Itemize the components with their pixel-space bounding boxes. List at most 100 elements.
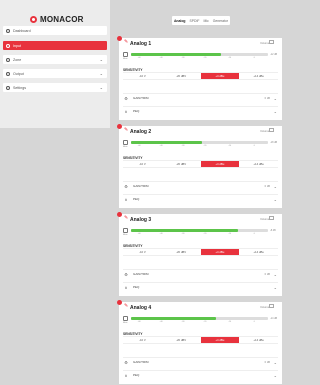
channel-name: Analog 3: [130, 216, 152, 223]
edit-icon[interactable]: ✎: [124, 40, 128, 45]
edit-icon[interactable]: ✎: [124, 304, 128, 309]
sensitivity-selector: -10 V -20 dBV +4 dBu +14 dBu: [123, 248, 278, 256]
chevron-down-icon[interactable]: ⌄: [100, 85, 103, 90]
sensitivity-option[interactable]: +14 dBu: [239, 160, 278, 168]
sensitivity-option[interactable]: -20 dBV: [161, 248, 201, 256]
tab-spdif[interactable]: SPDIF: [189, 19, 199, 23]
peq-row[interactable]: ∧ PEQ ⌄: [123, 370, 278, 379]
channel-header: ✎ Analog 3 Volume: [117, 212, 282, 225]
status-badge: [117, 36, 122, 41]
peq-row[interactable]: ∧ PEQ ⌄: [123, 194, 278, 203]
sensitivity-option[interactable]: +4 dBu: [200, 248, 240, 256]
gain-label: GAIN/TRIM: [133, 360, 149, 364]
meter-tick: 0: [253, 321, 255, 323]
volume-button[interactable]: [269, 128, 274, 132]
zone-icon: [6, 57, 10, 62]
gain-row[interactable]: ⚙ GAIN/TRIM 0 dB ⌄: [123, 357, 278, 366]
meter-value: -8 dB: [270, 229, 276, 232]
chevron-down-icon[interactable]: ⌄: [274, 272, 277, 277]
gain-value: 0 dB: [264, 96, 270, 100]
sidebar-item-dashboard[interactable]: Dashboard: [3, 26, 107, 35]
sensitivity-option[interactable]: +4 dBu: [200, 336, 240, 344]
sidebar-item-label: Output: [13, 71, 24, 76]
gain-knob-icon: ⚙: [124, 359, 128, 365]
channel-header: ✎ Analog 2 Volume: [117, 124, 282, 137]
sensitivity-option[interactable]: +14 dBu: [239, 248, 278, 256]
sidebar-item-output[interactable]: Output ⌄: [3, 69, 107, 78]
status-badge: [117, 300, 122, 305]
level-meter: [131, 141, 268, 144]
mute-icon[interactable]: [123, 140, 128, 145]
meter-tick: -30: [181, 145, 185, 147]
brand-mark-icon: [30, 15, 37, 23]
volume-button[interactable]: [269, 216, 274, 220]
sensitivity-option[interactable]: -20 dBV: [161, 336, 201, 344]
chevron-down-icon[interactable]: ⌄: [100, 57, 103, 62]
gain-row[interactable]: ⚙ GAIN/TRIM 0 dB ⌄: [123, 269, 278, 278]
meter-tick: -10: [228, 233, 232, 235]
meter-tick: 0: [253, 233, 255, 235]
chevron-down-icon[interactable]: ⌄: [274, 285, 277, 290]
level-meter-row: Mute -60 -40 -30 -20 -10 0 -12 dB: [123, 52, 278, 62]
gain-row[interactable]: ⚙ GAIN/TRIM 0 dB ⌄: [123, 181, 278, 190]
sidebar-item-zone[interactable]: Zone ⌄: [3, 55, 107, 64]
sensitivity-option[interactable]: -10 V: [123, 72, 162, 80]
meter-ticks: -60 -40 -30 -20 -10 0: [131, 321, 268, 324]
volume-label: Volume: [260, 305, 270, 309]
chevron-down-icon[interactable]: ⌄: [274, 373, 277, 378]
edit-icon[interactable]: ✎: [124, 128, 128, 133]
peq-row[interactable]: ∧ PEQ ⌄: [123, 106, 278, 115]
sensitivity-option[interactable]: -20 dBV: [161, 72, 201, 80]
mute-icon[interactable]: [123, 316, 128, 321]
meter-tick: -10: [228, 145, 232, 147]
gain-knob-icon: ⚙: [124, 183, 128, 189]
mute-icon[interactable]: [123, 52, 128, 57]
meter-tick: -60: [137, 321, 141, 323]
meter-tick: -30: [181, 57, 185, 59]
edit-icon[interactable]: ✎: [124, 216, 128, 221]
tab-analog[interactable]: Analog: [174, 19, 186, 23]
sensitivity-option[interactable]: -10 V: [123, 336, 162, 344]
level-meter: [131, 53, 268, 56]
meter-tick: -10: [228, 57, 232, 59]
status-badge: [117, 124, 122, 129]
sidebar-item-input[interactable]: Input: [3, 41, 107, 50]
status-badge: [117, 212, 122, 217]
sensitivity-option[interactable]: -20 dBV: [161, 160, 201, 168]
meter-tick: -20: [203, 321, 207, 323]
chevron-down-icon[interactable]: ⌄: [274, 109, 277, 114]
peq-label: PEQ: [133, 109, 140, 113]
sensitivity-option[interactable]: +4 dBu: [200, 160, 240, 168]
chevron-down-icon[interactable]: ⌄: [274, 360, 277, 365]
tab-generator[interactable]: Generator: [213, 19, 228, 23]
sensitivity-option[interactable]: +14 dBu: [239, 336, 278, 344]
peq-curve-icon: ∧: [124, 284, 128, 290]
level-meter: [131, 317, 268, 320]
meter-tick: -20: [203, 57, 207, 59]
gain-row[interactable]: ⚙ GAIN/TRIM 0 dB ⌄: [123, 93, 278, 102]
volume-button[interactable]: [269, 304, 274, 308]
tab-mic[interactable]: Mic: [203, 19, 208, 23]
sidebar-item-settings[interactable]: Settings ⌄: [3, 83, 107, 92]
sensitivity-option[interactable]: +14 dBu: [239, 72, 278, 80]
meter-ticks: -60 -40 -30 -20 -10 0: [131, 233, 268, 236]
chevron-down-icon[interactable]: ⌄: [274, 96, 277, 101]
peq-label: PEQ: [133, 285, 140, 289]
channel-card: ✎ Analog 1 Volume Mute -60 -40 -30 -20 -10 0 -12 d…: [117, 36, 282, 120]
sensitivity-option[interactable]: -10 V: [123, 160, 162, 168]
volume-button[interactable]: [269, 40, 274, 44]
chevron-down-icon[interactable]: ⌄: [274, 197, 277, 202]
channel-card: ✎ Analog 3 Volume Mute -60 -40 -30 -20 -10 0 -8 dB…: [117, 212, 282, 296]
peq-row[interactable]: ∧ PEQ ⌄: [123, 282, 278, 291]
peq-curve-icon: ∧: [124, 108, 128, 114]
chevron-down-icon[interactable]: ⌄: [100, 71, 103, 76]
channel-card: ✎ Analog 4 Volume Mute -60 -40 -30 -20 -10 0 -14 d…: [117, 300, 282, 384]
sidebar-item-label: Zone: [13, 57, 22, 62]
mute-label: Mute: [123, 322, 128, 324]
sidebar-item-label: Dashboard: [13, 28, 31, 33]
mute-icon[interactable]: [123, 228, 128, 233]
sensitivity-option[interactable]: +4 dBu: [200, 72, 240, 80]
gain-knob-icon: ⚙: [124, 95, 128, 101]
chevron-down-icon[interactable]: ⌄: [274, 184, 277, 189]
sensitivity-option[interactable]: -10 V: [123, 248, 162, 256]
